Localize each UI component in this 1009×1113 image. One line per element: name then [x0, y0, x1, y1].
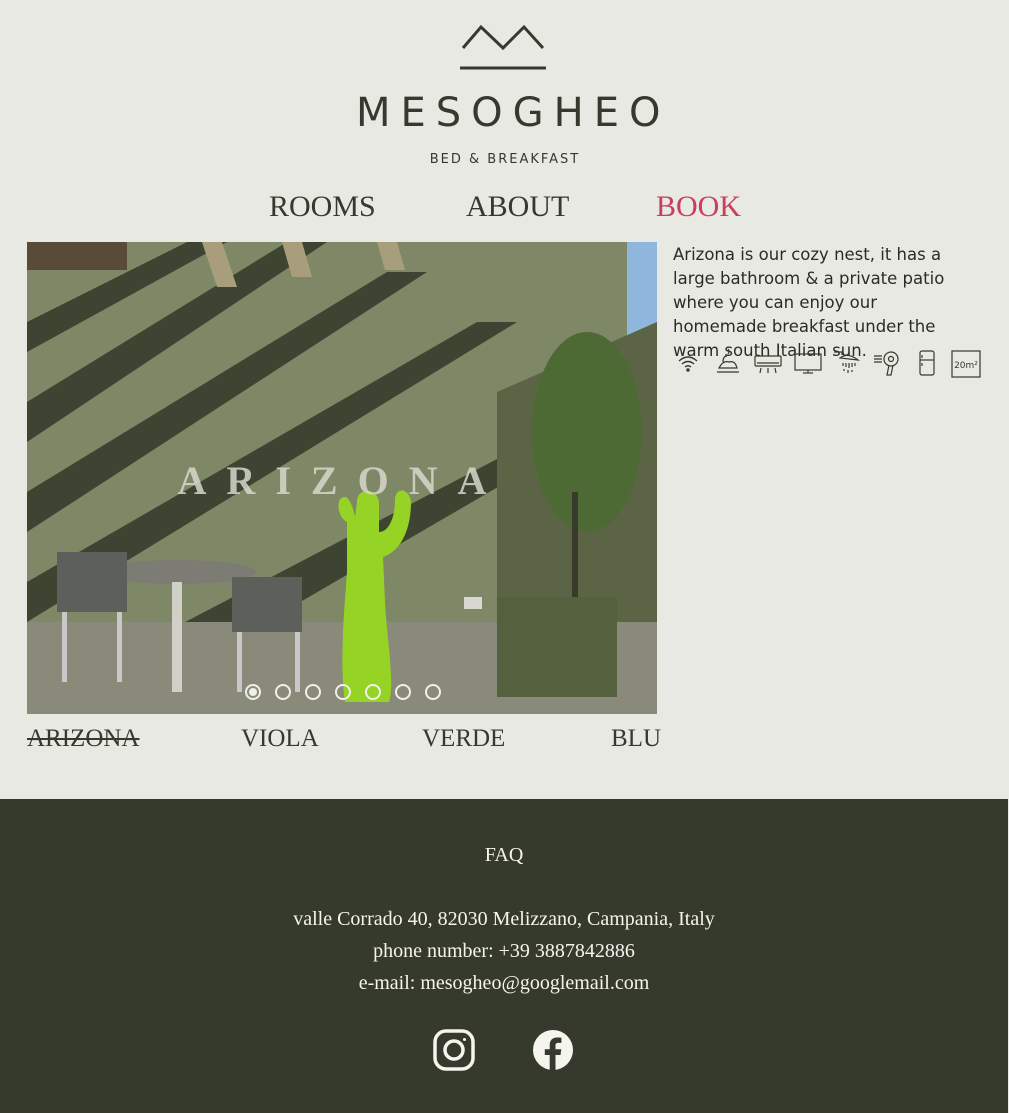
- nav-rooms[interactable]: ROOMS: [269, 190, 376, 224]
- shower-icon: [834, 351, 860, 373]
- hairdryer-icon: [874, 351, 899, 376]
- room-size-icon: 20m²: [951, 350, 981, 378]
- fridge-icon: [919, 350, 935, 376]
- room-tab-verde[interactable]: VERDE: [422, 725, 505, 753]
- slide-dot-2[interactable]: [275, 684, 291, 700]
- room-tab-blu[interactable]: BLU: [611, 725, 661, 753]
- wifi-icon: [678, 356, 698, 372]
- tv-icon: [794, 353, 822, 374]
- email[interactable]: e-mail: mesogheo@googlemail.com: [0, 967, 1008, 999]
- slide-dot-3[interactable]: [305, 684, 321, 700]
- nav-book[interactable]: BOOK: [656, 190, 741, 224]
- address: valle Corrado 40, 82030 Melizzano, Campa…: [293, 908, 715, 930]
- instagram-icon[interactable]: [433, 1029, 475, 1071]
- slide-dot-4[interactable]: [335, 684, 351, 700]
- footer: FAQ valle Corrado 40, 82030 Melizzano, C…: [0, 799, 1008, 1113]
- air-conditioning-icon: [754, 355, 782, 374]
- slide-title: ARIZONA: [177, 458, 507, 503]
- room-tab-viola[interactable]: VIOLA: [241, 725, 319, 753]
- main-nav: ROOMS ABOUT BOOK: [0, 190, 1009, 230]
- facebook-icon[interactable]: [532, 1029, 574, 1071]
- svg-text:20m²: 20m²: [954, 361, 978, 371]
- slide-dot-1[interactable]: [245, 684, 261, 700]
- amenities-row: 20m²: [673, 348, 983, 382]
- phone[interactable]: phone number: +39 3887842886: [0, 935, 1008, 967]
- slide-dot-6[interactable]: [395, 684, 411, 700]
- mountain-logo-icon: [460, 24, 546, 70]
- room-tabs: ARIZONA VIOLA VERDE BLU: [27, 725, 661, 761]
- slider-pagination: [245, 684, 441, 700]
- room-tab-arizona[interactable]: ARIZONA: [27, 725, 140, 753]
- logo[interactable]: MESOGHEO BED & BREAKFAST: [350, 22, 671, 172]
- nav-about[interactable]: ABOUT: [466, 190, 569, 224]
- brand-name: MESOGHEO: [356, 90, 671, 136]
- slide-dot-5[interactable]: [365, 684, 381, 700]
- room-photo-slider[interactable]: ARIZONA: [27, 242, 657, 714]
- brand-subtitle: BED & BREAKFAST: [429, 152, 581, 167]
- room-description: Arizona is our cozy nest, it has a large…: [673, 245, 945, 360]
- breakfast-icon: [717, 348, 739, 373]
- slide-dot-7[interactable]: [425, 684, 441, 700]
- contact-info: valle Corrado 40, 82030 Melizzano, Campa…: [0, 903, 1008, 999]
- faq-link[interactable]: FAQ: [0, 844, 1008, 867]
